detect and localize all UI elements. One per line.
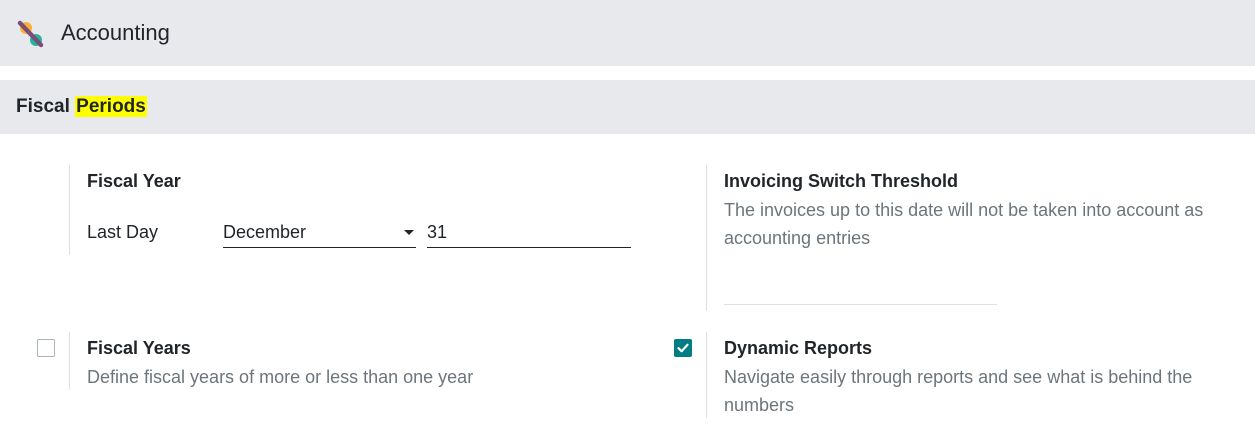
dynamic-reports-description-1: Navigate easily through reports and see … (724, 367, 1193, 387)
dynamic-reports-divider (706, 332, 707, 418)
fiscal-year-divider (69, 165, 70, 255)
day-input[interactable]: 31 (427, 219, 631, 248)
last-day-label: Last Day (87, 222, 159, 242)
invoicing-threshold-description-2: accounting entries (724, 228, 871, 248)
fiscal-years-checkbox[interactable] (37, 339, 55, 357)
app-title: Accounting (61, 20, 170, 45)
invoicing-threshold-divider (706, 165, 707, 311)
invoicing-threshold-description-1: The invoices up to this date will not be… (724, 200, 1204, 220)
dynamic-reports-description-2: numbers (724, 395, 795, 415)
fiscal-year-title: Fiscal Year (87, 171, 181, 191)
fiscal-years-title: Fiscal Years (87, 338, 191, 358)
caret-down-icon (404, 230, 414, 235)
section-title-highlight: Periods (75, 96, 147, 117)
section-title-prefix: Fiscal (16, 96, 76, 117)
invoicing-threshold-title: Invoicing Switch Threshold (724, 171, 959, 191)
invoicing-threshold-date-field[interactable] (724, 304, 997, 305)
section-title: Fiscal Periods (16, 95, 147, 119)
fiscal-years-divider (69, 332, 70, 390)
accounting-logo-icon[interactable] (16, 19, 46, 49)
fiscal-years-description: Define fiscal years of more or less than… (87, 367, 474, 387)
app-header: Accounting (0, 0, 1255, 66)
checkmark-icon (677, 343, 689, 353)
month-select-value: December (223, 222, 307, 242)
dynamic-reports-title: Dynamic Reports (724, 338, 873, 358)
header-gap (0, 66, 1255, 80)
section-header (0, 80, 1255, 134)
dynamic-reports-checkbox[interactable] (674, 339, 692, 357)
month-select[interactable]: December (223, 219, 416, 248)
